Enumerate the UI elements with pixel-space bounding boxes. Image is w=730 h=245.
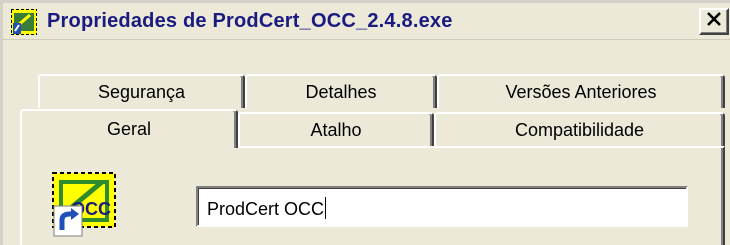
tab-detalhes[interactable]: Detalhes (245, 74, 437, 108)
tab-label: Atalho (310, 119, 362, 140)
window-title: Propriedades de ProdCert_OCC_2.4.8.exe (47, 10, 453, 32)
properties-window: Propriedades de ProdCert_OCC_2.4.8.exe S… (0, 0, 730, 245)
tab-compatibilidade[interactable]: Compatibilidade (434, 112, 725, 146)
tab-label: Geral (106, 119, 151, 139)
file-name-value: ProdCert OCC (207, 199, 325, 219)
tab-versoes-anteriores[interactable]: Versões Anteriores (437, 74, 725, 108)
tab-atalho[interactable]: Atalho (238, 112, 434, 146)
tab-label: Segurança (97, 81, 186, 102)
properties-icon (10, 8, 38, 36)
tab-seguranca[interactable]: Segurança (38, 74, 245, 108)
file-name-field[interactable]: ProdCert OCC (196, 186, 688, 227)
tab-label: Compatibilidade (514, 119, 645, 140)
title-bar[interactable]: Propriedades de ProdCert_OCC_2.4.8.exe (3, 3, 730, 40)
tab-label: Versões Anteriores (505, 81, 657, 102)
close-button[interactable] (699, 8, 729, 35)
shortcut-app-icon: OCC (52, 172, 116, 238)
close-icon (706, 12, 722, 31)
tab-label: Detalhes (305, 81, 377, 102)
tab-geral[interactable]: Geral (20, 109, 238, 148)
text-caret (325, 197, 327, 219)
